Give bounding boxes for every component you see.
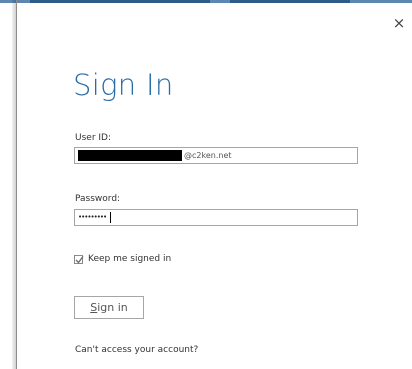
password-input[interactable]: ••••••••• — [74, 209, 358, 226]
sign-in-button-label: ign in — [97, 301, 128, 314]
user-id-label: User ID: — [75, 133, 111, 143]
sign-in-screen: × Sign In User ID: @c2ken.net Password: … — [0, 0, 412, 369]
user-id-domain: @c2ken.net — [184, 151, 232, 160]
keep-signed-in-checkbox[interactable] — [74, 254, 84, 264]
redacted-username — [78, 150, 182, 161]
window-top-edge-segment — [230, 0, 350, 3]
keep-signed-in-label: Keep me signed in — [88, 254, 172, 264]
window-left-border — [16, 0, 17, 369]
close-button[interactable]: × — [392, 14, 406, 32]
password-label: Password: — [75, 194, 121, 204]
password-mask: ••••••••• — [78, 213, 107, 221]
sign-in-button[interactable]: Sign in — [74, 296, 144, 319]
checkmark-icon — [75, 255, 84, 263]
page-title: Sign In — [73, 68, 174, 102]
close-icon: × — [392, 14, 406, 32]
cant-access-account-link[interactable]: Can't access your account? — [75, 345, 198, 355]
window-top-edge-segment — [30, 0, 210, 3]
text-caret — [110, 212, 111, 223]
keep-signed-in-row[interactable]: Keep me signed in — [74, 253, 171, 265]
user-id-input[interactable]: @c2ken.net — [74, 147, 358, 164]
